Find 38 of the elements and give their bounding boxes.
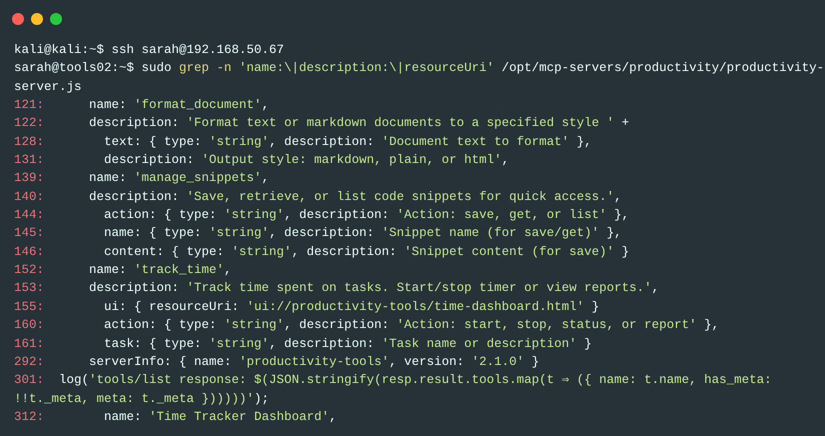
line-number: 160: [14, 317, 44, 334]
code-line: name: 'format_document', [88, 97, 270, 114]
line-number: 292: [14, 354, 44, 371]
line-number: 121: [14, 97, 44, 114]
code-line: ui: { resourceUri: 'ui://productivity-tools/time-dashboard.html' } [103, 298, 600, 316]
code-line: description: 'Output style: markdown, plain, or html', [103, 152, 510, 170]
line-number: 312: [14, 408, 44, 426]
code-line: name: 'manage_snippets', [88, 170, 270, 188]
code-line: task: { type: 'string', description: 'Task name or description' } [103, 336, 592, 352]
code-line: name: { type: 'string', description: 'Snippet name (for save/get)' }, [103, 225, 622, 242]
line-number: 155: [14, 298, 44, 316]
terminal-line: server.js [14, 78, 82, 96]
line-number: 145: [14, 225, 44, 242]
line-number: 152: [14, 262, 44, 280]
line-number: 131: [14, 152, 44, 170]
line-number: 301: [14, 372, 44, 390]
code-line: log('tools/list response: $(JSON.stringify(resp.result.tools.map(t ⇒ ({ name: t.name, has_meta: [58, 372, 772, 390]
code-line: name: 'Time Tracker Dashboard', [103, 408, 337, 426]
code-line: description: 'Format text or markdown documents to a specified style ' + [88, 115, 630, 132]
code-line: serverInfo: { name: 'productivity-tools', version: '2.1.0' } [88, 354, 540, 371]
code-line: text: { type: 'string', description: 'Document text to format' }, [103, 134, 592, 151]
line-number: 144: [14, 207, 44, 224]
code-line: action: { type: 'string', description: 'Action: save, get, or list' }, [103, 207, 630, 224]
line-number: 161: [14, 336, 44, 352]
terminal-line: !!t._meta, meta: t._meta })))))'); [14, 390, 270, 408]
terminal-line: kali@kali:~$ ssh sarah@192.168.50.67 [14, 42, 284, 59]
code-line: description: 'Track time spent on tasks. Start/stop timer or view reports.', [88, 280, 660, 298]
code-line: action: { type: 'string', description: 'Action: start, stop, status, or report' }, [103, 317, 720, 334]
terminal-line: sarah@tools02:~$ sudo grep -n 'name:\|description:\|resourceUri' /opt/mcp-servers/productivity/productivity- [14, 60, 824, 78]
code-line: content: { type: 'string', description: 'Snippet content (for save)' } [103, 244, 630, 261]
code-line: name: 'track_time', [88, 262, 232, 280]
line-number: 153: [14, 280, 44, 298]
line-number: 146: [14, 244, 44, 261]
line-number: 128: [14, 134, 44, 151]
line-number: 140: [14, 188, 44, 206]
line-number: 139: [14, 170, 44, 188]
code-line: description: 'Save, retrieve, or list code snippets for quick access.', [88, 188, 622, 206]
line-number: 122: [14, 115, 44, 132]
